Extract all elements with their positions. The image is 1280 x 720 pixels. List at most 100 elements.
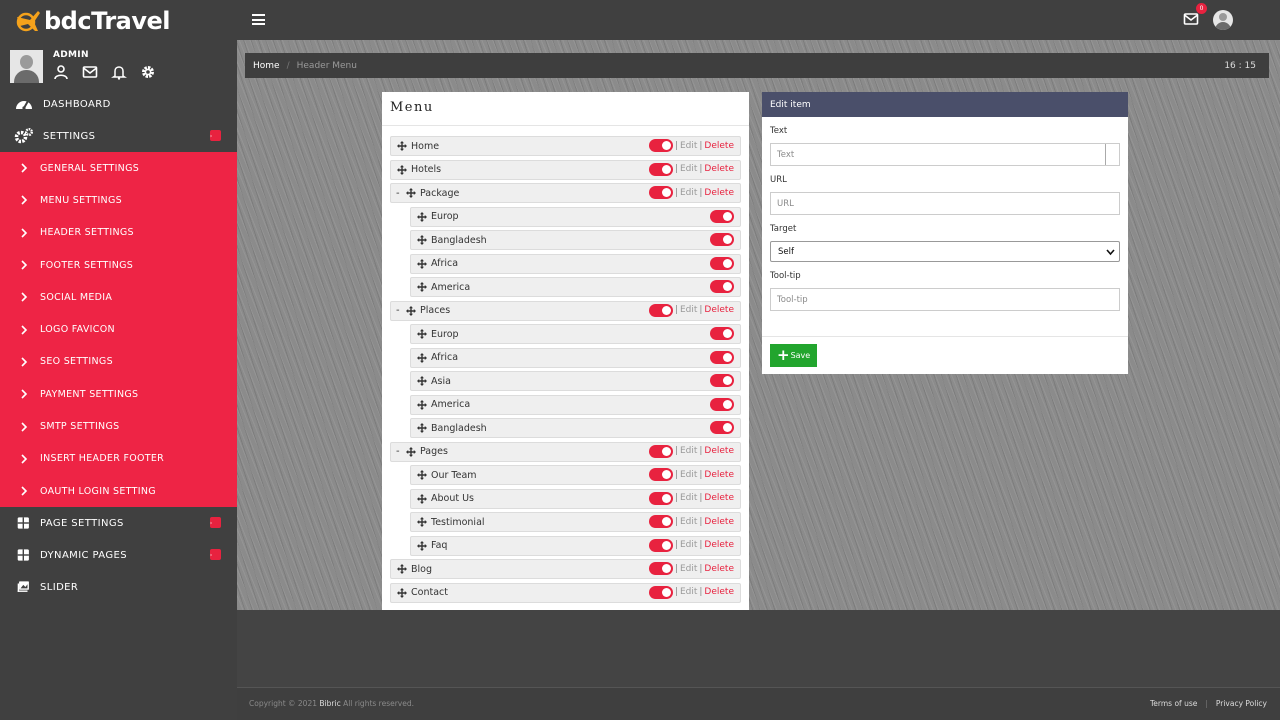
visibility-toggle[interactable] bbox=[648, 538, 673, 552]
submenu-item[interactable]: GENERAL SETTINGS bbox=[0, 152, 237, 184]
collapse-toggle[interactable]: - bbox=[396, 446, 406, 457]
privacy-link[interactable]: Privacy Policy bbox=[1216, 699, 1267, 708]
visibility-toggle[interactable] bbox=[648, 585, 673, 599]
edit-link[interactable]: Edit bbox=[680, 305, 697, 315]
visibility-toggle[interactable] bbox=[710, 327, 734, 340]
visibility-toggle[interactable] bbox=[648, 468, 673, 481]
visibility-toggle[interactable] bbox=[648, 139, 673, 152]
move-icon[interactable] bbox=[397, 164, 407, 175]
menu-subitem[interactable]: Our Team | Edit | Delete bbox=[410, 465, 741, 485]
visibility-toggle[interactable] bbox=[648, 162, 673, 176]
move-icon[interactable] bbox=[406, 305, 416, 316]
move-icon[interactable] bbox=[397, 141, 407, 151]
visibility-toggle[interactable] bbox=[710, 233, 734, 246]
avatar[interactable] bbox=[10, 50, 43, 83]
submenu-item[interactable]: FOOTER SETTINGS bbox=[0, 249, 237, 281]
menu-item[interactable]: Home | Edit | Delete bbox=[390, 136, 741, 156]
delete-link[interactable]: Delete bbox=[704, 587, 734, 597]
move-icon[interactable] bbox=[397, 587, 407, 598]
move-icon[interactable] bbox=[417, 352, 427, 363]
visibility-toggle[interactable] bbox=[710, 350, 734, 364]
submenu-item[interactable]: OAUTH LOGIN SETTING bbox=[0, 475, 237, 507]
submenu-item[interactable]: INSERT HEADER FOOTER bbox=[0, 443, 237, 475]
submenu-item[interactable]: SEO SETTINGS bbox=[0, 346, 237, 378]
hamburger-menu-icon[interactable] bbox=[252, 14, 265, 25]
gear-icon[interactable] bbox=[140, 64, 156, 80]
edit-link[interactable]: Edit bbox=[680, 141, 697, 151]
move-icon[interactable] bbox=[417, 470, 427, 480]
move-icon[interactable] bbox=[417, 376, 427, 386]
move-icon[interactable] bbox=[417, 540, 427, 551]
visibility-toggle[interactable] bbox=[648, 186, 673, 199]
move-icon[interactable] bbox=[417, 329, 427, 339]
delete-link[interactable]: Delete bbox=[704, 446, 734, 456]
delete-link[interactable]: Delete bbox=[704, 141, 734, 151]
visibility-toggle[interactable] bbox=[710, 397, 734, 411]
nav-settings[interactable]: SETTINGS bbox=[0, 120, 237, 152]
mail-icon[interactable] bbox=[82, 64, 98, 80]
visibility-toggle[interactable] bbox=[710, 256, 734, 270]
mail-icon[interactable] bbox=[1183, 11, 1199, 27]
edit-link[interactable]: Edit bbox=[680, 470, 697, 480]
submenu-item[interactable]: SMTP SETTINGS bbox=[0, 410, 237, 442]
visibility-toggle[interactable] bbox=[710, 374, 734, 387]
edit-link[interactable]: Edit bbox=[680, 493, 697, 503]
edit-link[interactable]: Edit bbox=[680, 587, 697, 597]
icon-picker-button[interactable] bbox=[1105, 144, 1119, 165]
move-icon[interactable] bbox=[417, 423, 427, 433]
avatar[interactable] bbox=[1213, 10, 1233, 30]
menu-subitem[interactable]: Africa bbox=[410, 347, 741, 368]
menu-item[interactable]: - Package | Edit | Delete bbox=[390, 183, 741, 203]
nav-dashboard[interactable]: DASHBOARD bbox=[0, 88, 237, 120]
profile-icon[interactable] bbox=[53, 64, 69, 80]
menu-subitem[interactable]: America bbox=[410, 394, 741, 415]
menu-item[interactable]: Hotels | Edit | Delete bbox=[390, 159, 741, 180]
submenu-item[interactable]: LOGO FAVICON bbox=[0, 313, 237, 345]
menu-item[interactable]: Contact | Edit | Delete bbox=[390, 582, 741, 603]
company-link[interactable]: Bibric bbox=[319, 699, 340, 708]
submenu-item[interactable]: HEADER SETTINGS bbox=[0, 217, 237, 249]
menu-subitem[interactable]: About Us | Edit | Delete bbox=[410, 488, 741, 509]
submenu-item[interactable]: MENU SETTINGS bbox=[0, 184, 237, 216]
edit-link[interactable]: Edit bbox=[680, 540, 697, 550]
nav-page-settings[interactable]: PAGE SETTINGS bbox=[0, 507, 237, 539]
visibility-toggle[interactable] bbox=[648, 515, 673, 528]
bell-icon[interactable] bbox=[111, 64, 127, 80]
menu-subitem[interactable]: Faq | Edit | Delete bbox=[410, 535, 741, 556]
move-icon[interactable] bbox=[417, 235, 427, 245]
visibility-toggle[interactable] bbox=[710, 421, 734, 434]
edit-link[interactable]: Edit bbox=[680, 517, 697, 527]
menu-subitem[interactable]: Africa bbox=[410, 253, 741, 274]
brand-logo[interactable]: bdcTravel bbox=[0, 0, 237, 42]
menu-item[interactable]: - Places | Edit | Delete bbox=[390, 300, 741, 321]
move-icon[interactable] bbox=[417, 517, 427, 527]
edit-link[interactable]: Edit bbox=[680, 446, 697, 456]
delete-link[interactable]: Delete bbox=[704, 493, 734, 503]
nav-slider[interactable]: SLIDER bbox=[0, 571, 237, 603]
delete-link[interactable]: Delete bbox=[704, 564, 734, 574]
submenu-item[interactable]: SOCIAL MEDIA bbox=[0, 281, 237, 313]
visibility-toggle[interactable] bbox=[648, 491, 673, 505]
edit-link[interactable]: Edit bbox=[680, 564, 697, 574]
delete-link[interactable]: Delete bbox=[704, 540, 734, 550]
menu-subitem[interactable]: Bangladesh bbox=[410, 230, 741, 250]
breadcrumb-home-link[interactable]: Home bbox=[253, 61, 280, 71]
visibility-toggle[interactable] bbox=[710, 209, 734, 223]
delete-link[interactable]: Delete bbox=[704, 305, 734, 315]
move-icon[interactable] bbox=[417, 211, 427, 222]
move-icon[interactable] bbox=[406, 188, 416, 198]
tooltip-input[interactable]: Tool-tip bbox=[770, 288, 1120, 311]
terms-link[interactable]: Terms of use bbox=[1150, 699, 1197, 708]
text-input[interactable]: Text bbox=[770, 143, 1120, 166]
move-icon[interactable] bbox=[397, 564, 407, 574]
move-icon[interactable] bbox=[417, 282, 427, 292]
visibility-toggle[interactable] bbox=[648, 562, 673, 575]
menu-item[interactable]: Blog | Edit | Delete bbox=[390, 559, 741, 579]
move-icon[interactable] bbox=[417, 399, 427, 410]
url-input[interactable]: URL bbox=[770, 192, 1120, 215]
visibility-toggle[interactable] bbox=[710, 280, 734, 293]
menu-subitem[interactable]: Testimonial | Edit | Delete bbox=[410, 512, 741, 532]
menu-subitem[interactable]: Europ bbox=[410, 206, 741, 227]
submenu-item[interactable]: PAYMENT SETTINGS bbox=[0, 378, 237, 410]
delete-link[interactable]: Delete bbox=[704, 517, 734, 527]
